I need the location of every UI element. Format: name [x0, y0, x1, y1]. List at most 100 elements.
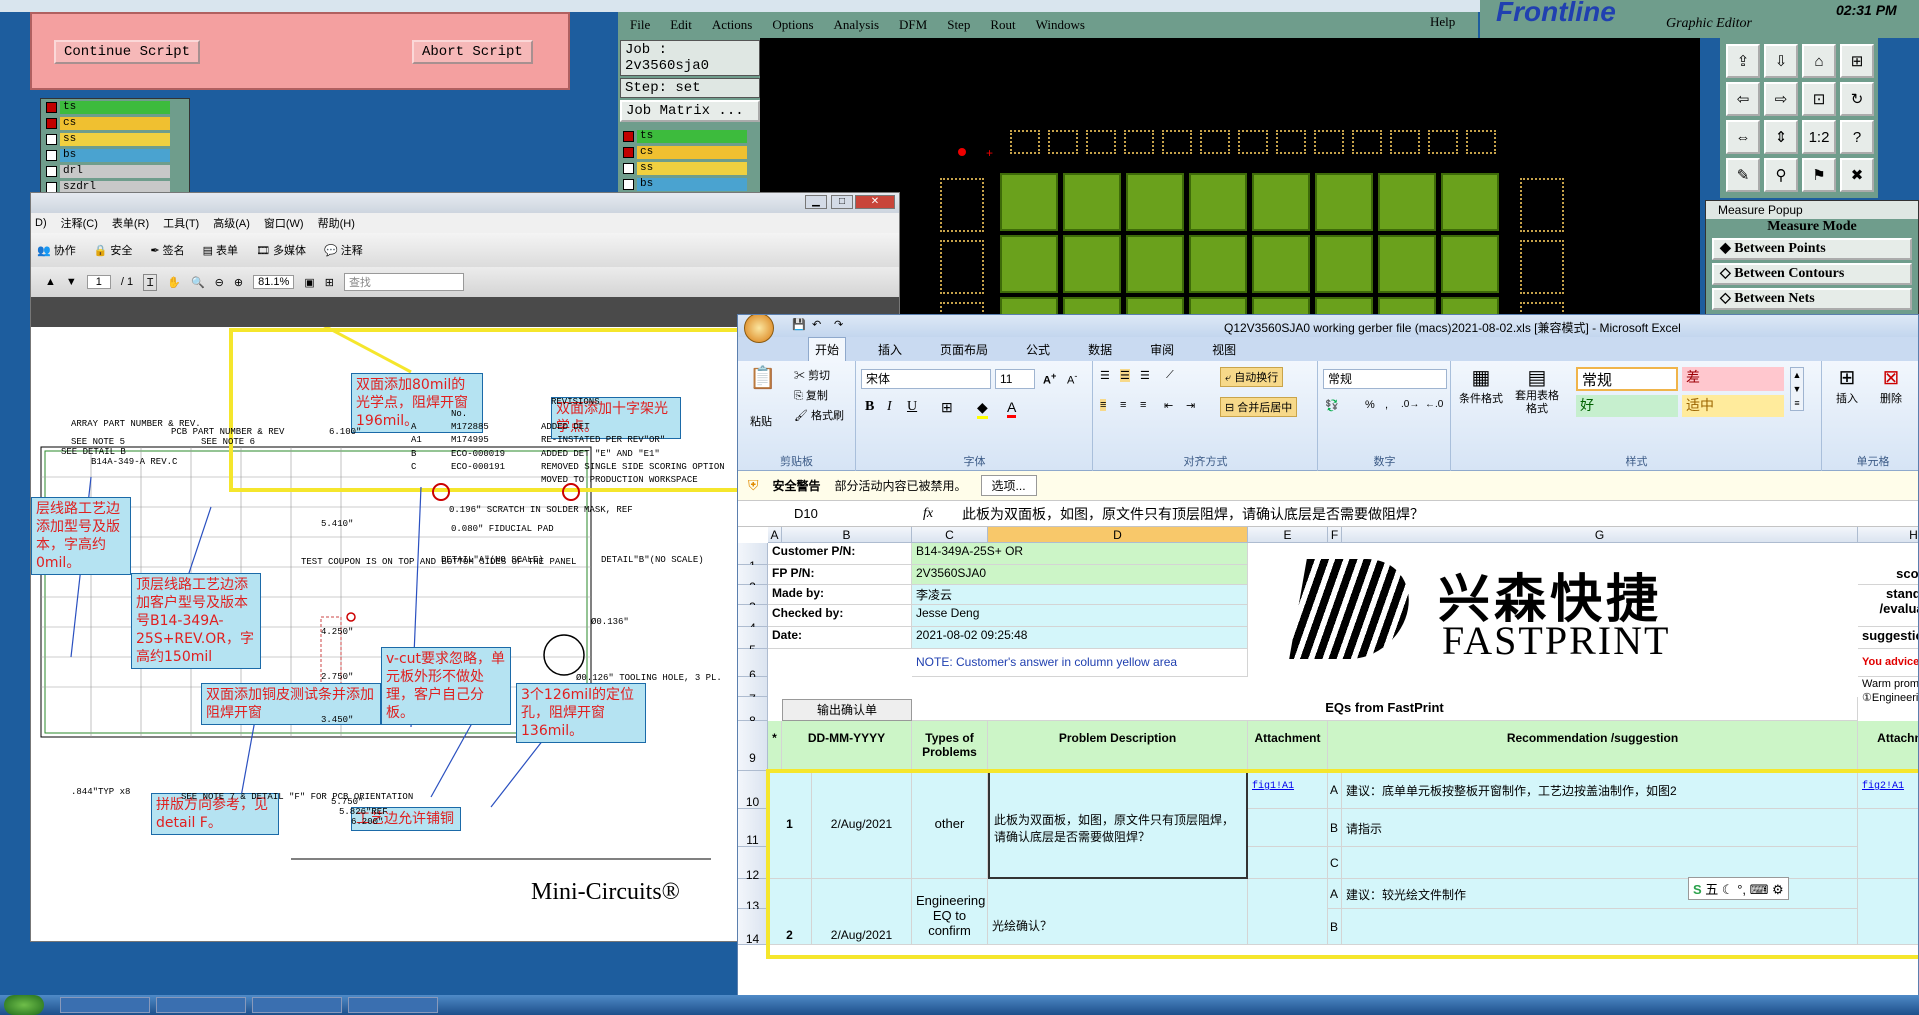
between-contours-option[interactable]: ◇ Between Contours	[1712, 263, 1912, 285]
info-label[interactable]: FP P/N:	[768, 565, 912, 585]
row-header[interactable]: 8	[738, 697, 768, 728]
ribbon-tab[interactable]: 开始	[808, 337, 847, 361]
next-page-icon[interactable]: ▼	[66, 276, 77, 288]
security-options-button[interactable]: 选项...	[980, 475, 1037, 496]
minimize-icon[interactable]: ▁	[805, 195, 827, 209]
save-icon[interactable]: 💾	[792, 318, 806, 331]
border-icon[interactable]: ⊞	[941, 399, 953, 416]
layer-row[interactable]: ss	[41, 131, 189, 147]
comma-icon[interactable]: ,	[1385, 399, 1388, 411]
annotation-note[interactable]: 3个126mil的定位孔，阻焊开窗136mil。	[516, 683, 646, 743]
genesis-menu-step[interactable]: Step	[947, 17, 970, 33]
tool-button[interactable]: ⊡	[1802, 82, 1836, 116]
customer-note[interactable]: NOTE: Customer's answer in column yellow…	[912, 649, 1248, 677]
table-header[interactable]: Types of Problems	[912, 721, 988, 771]
row-header[interactable]: 3	[738, 585, 768, 614]
info-label[interactable]: Customer P/N:	[768, 543, 912, 565]
office-button[interactable]	[744, 315, 774, 343]
table-header[interactable]: Attachment	[1248, 721, 1328, 771]
font-color-icon[interactable]: A	[1007, 399, 1017, 418]
genesis-menu-file[interactable]: File	[630, 17, 650, 33]
layer-checkbox[interactable]	[46, 117, 57, 129]
function-icon[interactable]: fx	[898, 506, 958, 522]
tool-button[interactable]: ✖	[1840, 158, 1874, 192]
orientation-icon[interactable]: ⟋	[1166, 369, 1174, 382]
style-normal[interactable]: 常规	[1576, 367, 1678, 391]
start-button[interactable]	[4, 995, 44, 1015]
option-key[interactable]: A	[1328, 879, 1342, 909]
zoom-value[interactable]: 81.1%	[253, 275, 295, 289]
layer-checkbox[interactable]	[46, 133, 57, 145]
eq-title[interactable]: EQs from FastPrint	[912, 697, 1858, 721]
option-text[interactable]: 请指示	[1342, 809, 1858, 847]
acrobat-menu-item[interactable]: 工具(T)	[163, 215, 199, 231]
tool-button[interactable]: ⚲	[1764, 158, 1798, 192]
taskbar-item[interactable]	[156, 997, 246, 1013]
tool-button[interactable]: ↻	[1840, 82, 1874, 116]
layer-row[interactable]: bs	[618, 176, 762, 192]
format-painter-button[interactable]: 🖌 格式刷	[794, 407, 844, 423]
layer-checkbox[interactable]	[623, 162, 634, 174]
eq-attachment-link[interactable]: fig1!A1	[1248, 771, 1328, 809]
currency-icon[interactable]: 💱	[1325, 399, 1339, 412]
suggestion-label[interactable]: suggestion:	[1858, 627, 1918, 649]
tool-button[interactable]: ⇨	[1764, 82, 1798, 116]
column-header[interactable]: B	[782, 527, 912, 543]
close-icon[interactable]: ✕	[855, 195, 895, 209]
undo-icon[interactable]: ↶	[812, 318, 821, 331]
taskbar-item[interactable]	[348, 997, 438, 1013]
continue-script-button[interactable]: Continue Script	[54, 40, 201, 64]
ribbon-tab[interactable]: 公式	[1020, 338, 1056, 361]
tool-button[interactable]: ⇔	[1726, 120, 1760, 154]
align-middle-icon[interactable]: ☰	[1120, 369, 1130, 382]
layer-checkbox[interactable]	[623, 130, 634, 142]
acrobat-menu-item[interactable]: 高级(A)	[213, 215, 250, 231]
export-confirm-button[interactable]: 输出确认单	[782, 699, 912, 721]
zoom-tool-icon[interactable]: 🔍	[191, 276, 205, 289]
graphic-editor-canvas[interactable]: +	[760, 38, 1700, 328]
hand-tool-icon[interactable]: ✋	[167, 276, 181, 289]
acrobat-menu-item[interactable]: D)	[35, 217, 47, 229]
option-text[interactable]	[1342, 909, 1858, 945]
row-header[interactable]: 13	[738, 879, 768, 913]
eq-number[interactable]: 2	[768, 879, 812, 945]
eq-description[interactable]: 此板为双面板，如图，原文件只有顶层阻焊，请确认底层是否需要做阻焊？	[988, 771, 1248, 879]
tool-button[interactable]: ⇩	[1764, 44, 1798, 78]
row-header[interactable]: 2	[738, 565, 768, 594]
font-name-select[interactable]: 宋体	[861, 369, 991, 389]
fill-color-icon[interactable]: ◆	[977, 399, 988, 419]
select-tool-icon[interactable]: Ɪ	[143, 273, 158, 291]
paste-button[interactable]: 📋	[748, 365, 778, 391]
tool-button[interactable]: ?	[1840, 120, 1874, 154]
table-header[interactable]: Attachments	[1858, 721, 1918, 771]
between-nets-option[interactable]: ◇ Between Nets	[1712, 288, 1912, 310]
layer-row[interactable]: ts	[41, 99, 189, 115]
acrobat-menu-item[interactable]: 窗口(W)	[264, 215, 304, 231]
tool-button[interactable]: ⊞	[1840, 44, 1874, 78]
underline-button[interactable]: U	[907, 399, 917, 415]
column-header[interactable]: A	[768, 527, 782, 543]
genesis-menu-options[interactable]: Options	[772, 17, 813, 33]
merge-center-button[interactable]: ⊟ 合并后居中	[1220, 397, 1298, 417]
table-header[interactable]: Recommendation /suggestion	[1328, 721, 1858, 771]
acrobat-tool-button[interactable]: 💬 注释	[324, 242, 363, 258]
row-header[interactable]: 7	[738, 677, 768, 706]
job-matrix-button[interactable]: Job Matrix ...	[620, 100, 760, 122]
row-header[interactable]: 12	[738, 847, 768, 882]
layer-checkbox[interactable]	[623, 178, 634, 190]
row-header[interactable]: 5	[738, 627, 768, 657]
table-header[interactable]: *	[768, 721, 782, 771]
info-value[interactable]: 2V3560SJA0	[912, 565, 1248, 585]
row-header[interactable]: 11	[738, 809, 768, 847]
percent-icon[interactable]: %	[1365, 399, 1375, 411]
ribbon-tab[interactable]: 页面布局	[934, 338, 994, 361]
tool-button[interactable]: ⇕	[1764, 120, 1798, 154]
row-header[interactable]: 6	[738, 649, 768, 682]
eq-attachment2-empty[interactable]	[1858, 809, 1918, 879]
column-header[interactable]: G	[1342, 527, 1858, 543]
annotation-note[interactable]: v-cut要求忽略，单元板外形不做处理，客户自己分板。	[381, 647, 511, 725]
eq-description[interactable]: 光绘确认？	[988, 879, 1248, 945]
info-value[interactable]: B14-349A-25S+ OR	[912, 543, 1248, 565]
ime-toolbar[interactable]: S 五 ☾ °, ⌨ ⚙	[1688, 877, 1789, 900]
wrap-text-button[interactable]: ⤶ 自动换行	[1220, 367, 1284, 387]
